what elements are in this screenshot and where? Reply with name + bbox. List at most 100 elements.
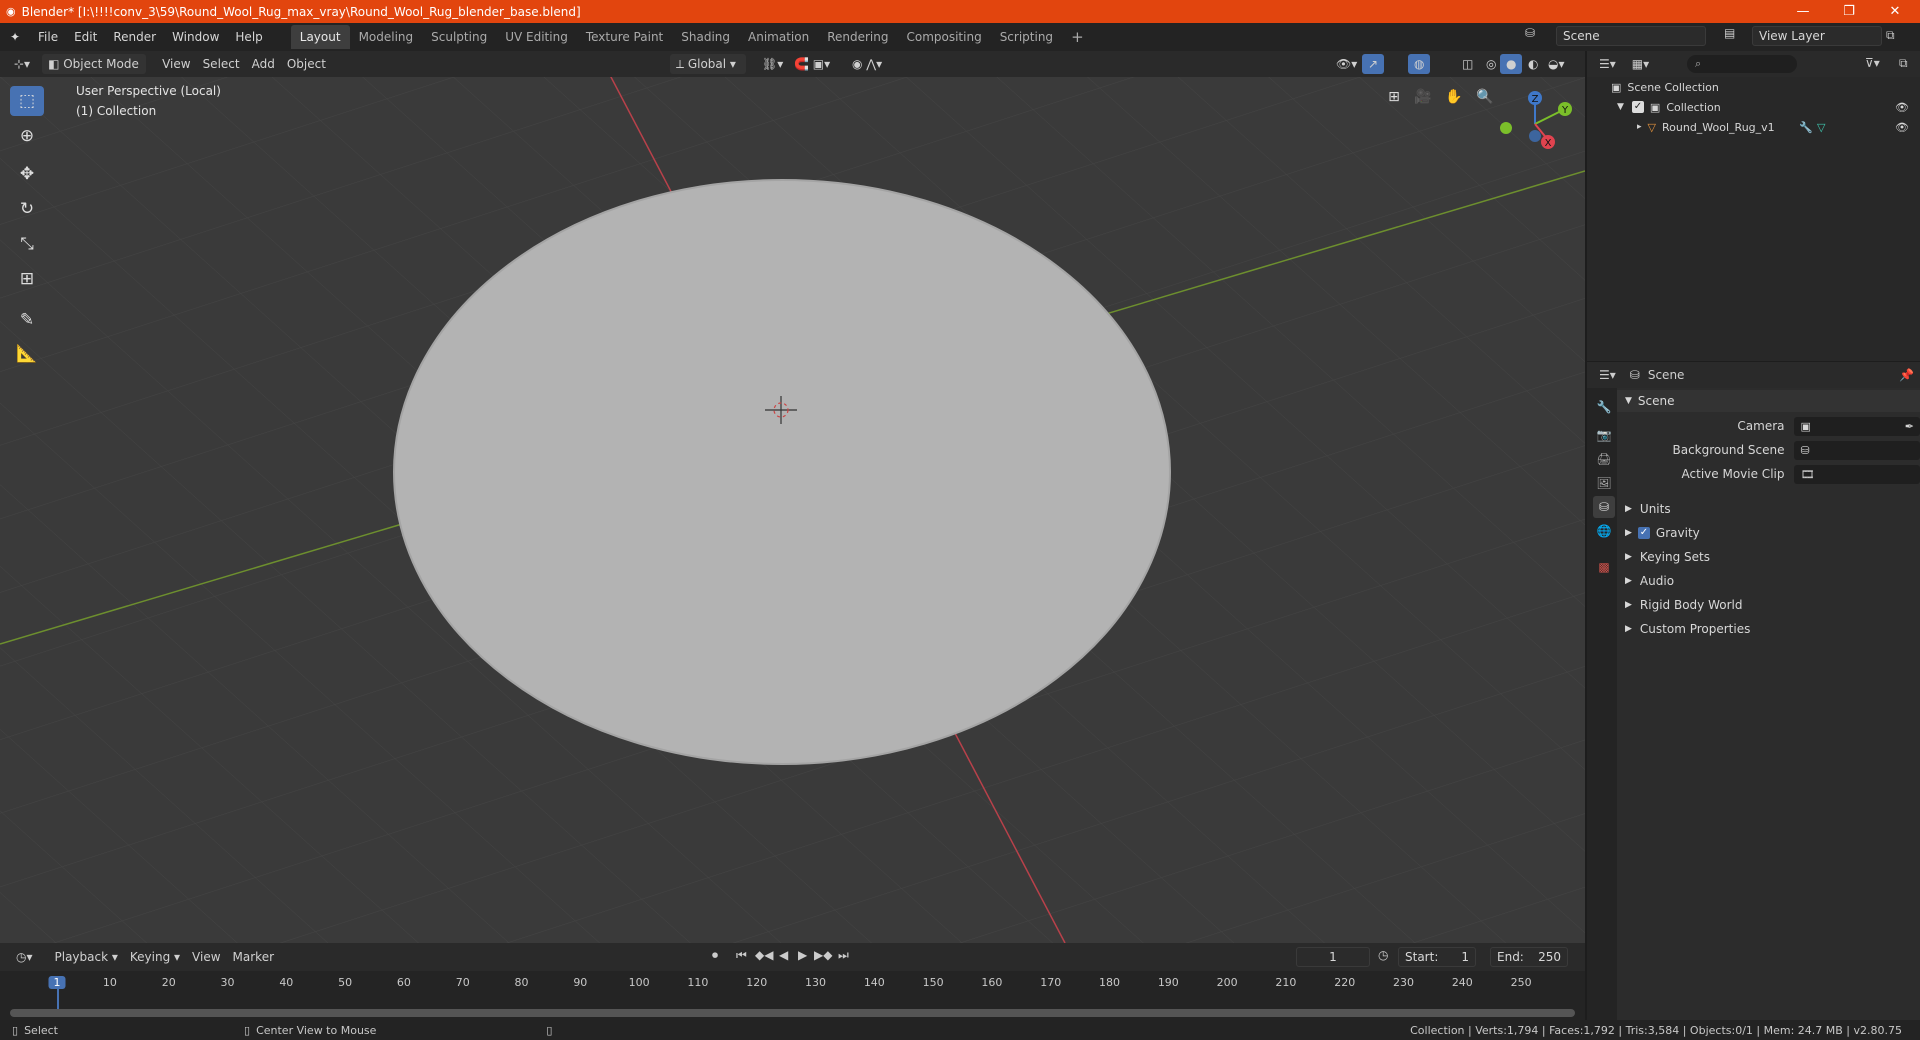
units-panel-header[interactable]: ▶ Units [1617, 498, 1920, 520]
tab-modeling[interactable]: Modeling [350, 25, 423, 49]
new-collection-icon[interactable]: ⧉ [1899, 56, 1908, 71]
outliner-row-collection[interactable]: ▼ ✓ ▣ Collection 👁 [1587, 97, 1920, 117]
mouse-right-icon: ▯ [546, 1023, 553, 1037]
view-layer-tab-icon[interactable]: 🖼 [1593, 472, 1615, 494]
pan-view-icon[interactable]: ✋ [1441, 84, 1467, 110]
scene-panel-header[interactable]: ▼ Scene [1617, 390, 1920, 412]
minimize-button[interactable]: — [1780, 0, 1826, 23]
display-mode-icon[interactable]: ▦▾ [1632, 57, 1649, 71]
tab-rendering[interactable]: Rendering [818, 25, 897, 49]
menu-edit[interactable]: Edit [66, 26, 105, 48]
add-workspace-icon[interactable]: + [1062, 25, 1093, 49]
annotate-tool-icon[interactable]: ✎ [10, 305, 44, 335]
scene-selector-icon[interactable]: ⛁ [1525, 26, 1535, 40]
modifier-icon[interactable]: 🔧 [1799, 121, 1813, 134]
collection-expand-icon[interactable]: ▼ [1617, 102, 1624, 112]
scene-collection-icon: ▣ [1611, 80, 1622, 94]
menu-help[interactable]: Help [227, 26, 270, 48]
frame-tick-label: 100 [628, 976, 650, 989]
eyedropper-icon[interactable]: ✒ [1905, 420, 1914, 433]
maximize-button[interactable]: ❐ [1826, 0, 1872, 23]
gizmo-toggle-icon[interactable]: ↗ [1362, 54, 1385, 74]
xray-toggle-icon[interactable]: ◫ [1456, 54, 1479, 74]
audio-panel-header[interactable]: ▶ Audio [1617, 570, 1920, 592]
proportional-edit-icon[interactable]: ◉ ⋀▾ [846, 54, 888, 74]
select-box-tool-icon[interactable]: ⬚ [10, 86, 44, 116]
tab-animation[interactable]: Animation [739, 25, 818, 49]
active-movie-clip-field[interactable]: 🎞 [1794, 464, 1920, 484]
pin-icon[interactable]: 📌 [1899, 368, 1914, 382]
timeline-scrollbar[interactable] [10, 1009, 1575, 1017]
camera-field[interactable]: ▣ ✒ [1794, 416, 1920, 436]
orientation-dropdown[interactable]: ⟂ Global ▾ [670, 54, 746, 74]
rigid-body-world-panel-header[interactable]: ▶ Rigid Body World [1617, 594, 1920, 616]
pivot-icon[interactable]: ⛓▾ [756, 54, 789, 74]
scene-field[interactable]: Scene [1556, 26, 1706, 46]
tab-scripting[interactable]: Scripting [991, 25, 1062, 49]
collection-visibility-icon[interactable]: 👁 [1895, 101, 1909, 114]
rotate-tool-icon[interactable]: ↻ [10, 194, 44, 224]
outliner-row-scene-collection[interactable]: ▣ Scene Collection [1587, 77, 1920, 97]
new-view-layer-icon[interactable]: ⧉ [1886, 28, 1895, 43]
solid-shading-icon[interactable]: ● [1500, 54, 1523, 74]
render-tab-icon[interactable]: 📷 [1593, 424, 1615, 446]
snap-icon[interactable]: 🧲 ▣▾ [788, 54, 836, 74]
menu-view[interactable]: View [156, 54, 196, 74]
collection-checkbox[interactable]: ✓ [1631, 101, 1644, 113]
output-tab-icon[interactable]: 🖨 [1593, 448, 1615, 470]
visibility-icon[interactable]: 👁▾ [1330, 54, 1363, 74]
outliner-editor-icon[interactable]: ☰▾ [1599, 57, 1616, 71]
round-wool-rug-mesh[interactable] [393, 179, 1171, 765]
menu-select[interactable]: Select [197, 54, 246, 74]
scale-tool-icon[interactable]: ⤡ [10, 229, 44, 259]
editor-type-icon[interactable]: ⊹▾ [8, 54, 36, 74]
navigation-gizmo[interactable]: Z Y X [1490, 86, 1580, 166]
tab-sculpting[interactable]: Sculpting [422, 25, 496, 49]
background-scene-field[interactable]: ⛁ [1794, 440, 1920, 460]
view-layer-field[interactable]: View Layer [1752, 26, 1882, 46]
gizmo-neg-y-icon[interactable] [1500, 122, 1512, 134]
transform-tool-icon[interactable]: ⊞ [10, 264, 44, 294]
gravity-panel-header[interactable]: ▶ ✓ Gravity [1617, 522, 1920, 544]
overlay-toggle-icon[interactable]: ◍ [1408, 54, 1431, 74]
close-button[interactable]: ✕ [1872, 0, 1918, 23]
cursor-tool-icon[interactable]: ⊕ [10, 121, 44, 151]
menu-add[interactable]: Add [246, 54, 281, 74]
custom-properties-panel-header[interactable]: ▶ Custom Properties [1617, 618, 1920, 640]
tab-shading[interactable]: Shading [672, 25, 739, 49]
3d-viewport[interactable]: User Perspective (Local) (1) Collection … [0, 77, 1585, 943]
properties-header-label: Scene [1647, 368, 1685, 382]
keying-sets-panel-header[interactable]: ▶ Keying Sets [1617, 546, 1920, 568]
tab-texture-paint[interactable]: Texture Paint [577, 25, 672, 49]
background-scene-row: Background Scene ⛁ [1627, 438, 1920, 462]
filter-icon[interactable]: ⊽▾ [1865, 56, 1880, 70]
properties-editor-icon[interactable]: ☰▾ [1599, 368, 1616, 382]
tab-compositing[interactable]: Compositing [897, 25, 990, 49]
tool-tab-icon[interactable]: 🔧 [1593, 396, 1615, 418]
outliner-row-object[interactable]: ▸ ▽ Round_Wool_Rug_v1 🔧 ▽ 👁 [1587, 117, 1920, 137]
object-expand-icon[interactable]: ▸ [1637, 122, 1642, 132]
mesh-data-icon[interactable]: ▽ [1817, 121, 1825, 134]
blender-menu-icon[interactable]: ✦ [0, 30, 30, 44]
toggle-camera-view-icon[interactable]: ⊞ [1381, 84, 1407, 110]
outliner-search-input[interactable]: ⌕ [1687, 55, 1797, 73]
object-visibility-icon[interactable]: 👁 [1895, 121, 1909, 134]
playhead-line[interactable] [57, 989, 59, 1009]
gizmo-neg-z-icon[interactable] [1529, 130, 1541, 142]
mode-dropdown[interactable]: ◧ Object Mode ▾ [42, 54, 147, 91]
rendered-shading-icon[interactable]: ◒▾ [1542, 54, 1571, 74]
camera-view-icon[interactable]: 🎥 [1410, 84, 1436, 110]
tab-layout[interactable]: Layout [290, 25, 350, 49]
world-tab-icon[interactable]: 🌐 [1593, 520, 1615, 542]
menu-file[interactable]: File [30, 26, 66, 48]
menu-window[interactable]: Window [164, 26, 227, 48]
menu-render[interactable]: Render [105, 26, 164, 48]
tab-uv-editing[interactable]: UV Editing [496, 25, 577, 49]
view-layer-icon[interactable]: ▤ [1724, 26, 1735, 40]
move-tool-icon[interactable]: ✥ [10, 159, 44, 189]
measure-tool-icon[interactable]: 📐 [10, 339, 44, 369]
scene-tab-icon[interactable]: ⛁ [1593, 496, 1615, 518]
texture-tab-icon[interactable]: ▩ [1593, 556, 1615, 578]
gravity-checkbox[interactable]: ✓ [1637, 527, 1650, 539]
menu-object[interactable]: Object [281, 54, 332, 74]
